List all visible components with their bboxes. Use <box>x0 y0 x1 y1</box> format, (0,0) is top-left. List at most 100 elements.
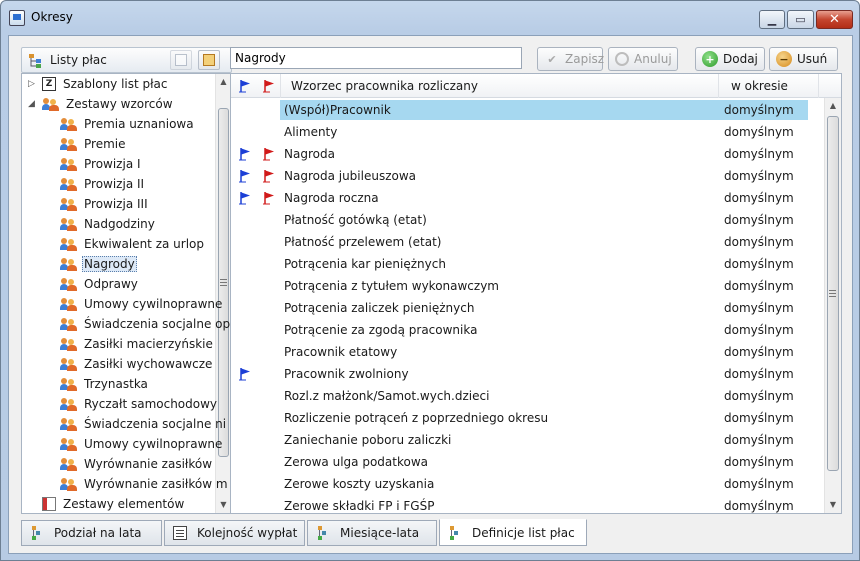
template-name-cell: Zerowa ulga podatkowa <box>284 455 428 469</box>
add-button[interactable]: + Dodaj <box>695 47 765 71</box>
table-row[interactable]: Płatność przelewem (etat) domyślnym <box>231 231 821 253</box>
table-row[interactable]: Nagroda roczna domyślnym <box>231 187 821 209</box>
period-cell: domyślnym <box>724 345 794 359</box>
template-name-cell: Zaniechanie poboru zaliczki <box>284 433 452 447</box>
tab-podzial-na-lata[interactable]: Podział na lata <box>21 520 162 546</box>
tree-item[interactable]: Świadczenia socjalne ni <box>60 415 228 433</box>
people-icon <box>60 197 78 211</box>
scroll-up-arrow-icon[interactable]: ▲ <box>825 98 841 114</box>
blue-flag-icon <box>239 170 250 183</box>
people-icon <box>60 437 78 451</box>
templates-grid[interactable]: Wzorzec pracownika rozliczany w okresie … <box>230 73 842 514</box>
tree-item-label: Zasiłki macierzyńskie <box>84 337 213 351</box>
tree-item[interactable]: Prowizja II <box>60 175 146 193</box>
table-row[interactable]: Pracownik zwolniony domyślnym <box>231 363 821 385</box>
table-row[interactable]: Potrącenie za zgodą pracownika domyślnym <box>231 319 821 341</box>
table-row[interactable]: Zerowe składki FP i FGŚP domyślnym <box>231 495 821 513</box>
tree-item[interactable]: Zasiłki macierzyńskie <box>60 335 215 353</box>
tree-item[interactable]: Nagrody <box>60 255 137 273</box>
delete-button[interactable]: − Usuń <box>769 47 838 71</box>
template-name-cell: Potrącenia zaliczek pieniężnych <box>284 301 475 315</box>
folder-button[interactable] <box>198 50 220 70</box>
tab-label: Definicje list płac <box>472 525 575 540</box>
tree-item-label: Odprawy <box>84 277 138 291</box>
save-button[interactable]: ✔ Zapisz <box>537 47 605 71</box>
scroll-down-arrow-icon[interactable]: ▼ <box>825 497 841 513</box>
close-button[interactable]: ✕ <box>816 10 853 29</box>
table-row[interactable]: Rozl.z małżonk/Samot.wych.dzieci domyślny… <box>231 385 821 407</box>
tree-item[interactable]: Odprawy <box>60 275 140 293</box>
tab-definicje-list-plac[interactable]: Definicje list płac <box>439 519 587 546</box>
blue-flag-icon <box>239 192 250 205</box>
table-row[interactable]: Rozliczenie potrąceń z poprzedniego okre… <box>231 407 821 429</box>
table-row[interactable]: (Współ)Pracownik domyślnym <box>231 99 821 121</box>
tree-item[interactable]: Premie <box>60 135 127 153</box>
tree-item[interactable]: Zestawy elementów <box>42 495 186 513</box>
flags-column-header[interactable] <box>231 74 281 98</box>
tree-item-label: Prowizja II <box>84 177 145 191</box>
expanded-arrow-icon[interactable]: ◢ <box>28 100 36 109</box>
table-row[interactable]: Pracownik etatowy domyślnym <box>231 341 821 363</box>
tree-item[interactable]: ◢ Zestawy wzorców <box>28 95 175 113</box>
table-row[interactable]: Zerowe koszty uzyskania domyślnym <box>231 473 821 495</box>
save-button-label: Zapisz <box>565 52 605 66</box>
tree-item[interactable]: Ekwiwalent za urlop <box>60 235 206 253</box>
tree-item[interactable]: Wyrównanie zasiłków <box>60 455 214 473</box>
cancel-icon <box>615 52 629 66</box>
people-icon <box>60 117 78 131</box>
people-icon <box>60 137 78 151</box>
tree-item[interactable]: Świadczenia socjalne op <box>60 315 231 333</box>
payroll-tree[interactable]: ▲ ▼ ▷ Z Szablony list płac ◢ Zestawy wzorców… <box>21 73 232 514</box>
period-cell: domyślnym <box>724 103 794 117</box>
tree-item[interactable]: ▷ Z Szablony list płac <box>28 75 170 93</box>
tree-icon <box>448 525 462 540</box>
tree-item[interactable]: Zasiłki wychowawcze <box>60 355 214 373</box>
grid-scroll-thumb[interactable] <box>827 116 839 471</box>
table-row[interactable]: Potrącenia zaliczek pieniężnych domyślnym <box>231 297 821 319</box>
grip-icon <box>829 289 836 297</box>
name-column-header[interactable]: Wzorzec pracownika rozliczany <box>281 74 719 98</box>
blue-flag-icon <box>239 148 250 161</box>
table-row[interactable]: Nagroda domyślnym <box>231 143 821 165</box>
tree-scroll-thumb[interactable] <box>218 108 229 457</box>
tree-item[interactable]: Ryczałt samochodowy <box>60 395 219 413</box>
cancel-button[interactable]: Anuluj <box>608 47 678 71</box>
table-row[interactable]: Płatność gotówką (etat) domyślnym <box>231 209 821 231</box>
tree-item[interactable]: Umowy cywilnoprawne <box>60 295 224 313</box>
minimize-icon: ▁ <box>767 13 777 26</box>
period-cell: domyślnym <box>724 235 794 249</box>
grid-scrollbar[interactable]: ▲ ▼ <box>824 98 841 513</box>
tree-icon <box>30 526 44 540</box>
tab-miesiace-lata[interactable]: Miesiące-lata <box>307 520 437 546</box>
maximize-button[interactable]: ▭ <box>787 10 814 29</box>
period-column-header[interactable]: w okresie <box>719 74 819 98</box>
table-row[interactable]: Potrącenia kar pieniężnych domyślnym <box>231 253 821 275</box>
table-row[interactable]: Alimenty domyślnym <box>231 121 821 143</box>
tree-icon <box>316 526 330 540</box>
period-cell: domyślnym <box>724 477 794 491</box>
new-item-button[interactable] <box>170 50 192 70</box>
search-input[interactable] <box>230 47 522 69</box>
tab-kolejnosc-wyplat[interactable]: Kolejność wypłat <box>164 520 305 546</box>
scroll-down-arrow-icon[interactable]: ▼ <box>216 497 231 513</box>
table-row[interactable]: Nagroda jubileuszowa domyślnym <box>231 165 821 187</box>
template-name-cell: Pracownik etatowy <box>284 345 398 359</box>
scroll-up-arrow-icon[interactable]: ▲ <box>216 74 231 90</box>
minimize-button[interactable]: ▁ <box>759 10 785 29</box>
tree-item[interactable]: Trzynastka <box>60 375 150 393</box>
tree-item[interactable]: Wyrównanie zasiłków m <box>60 475 230 493</box>
title-bar[interactable]: Okresy ▁ ▭ ✕ <box>1 1 859 35</box>
tree-item[interactable]: Nadgodziny <box>60 215 157 233</box>
template-name-cell: Pracownik zwolniony <box>284 367 409 381</box>
tree-item[interactable]: Prowizja I <box>60 155 143 173</box>
document-icon <box>173 526 187 540</box>
tree-item-label: Nagrody <box>82 256 137 272</box>
collapsed-arrow-icon[interactable]: ▷ <box>28 80 36 89</box>
window: Okresy ▁ ▭ ✕ Listy płac ▲ ▼ ▷ Z Szablony l… <box>0 0 860 561</box>
table-row[interactable]: Zaniechanie poboru zaliczki domyślnym <box>231 429 821 451</box>
table-row[interactable]: Potrącenia z tytułem wykonawczym domyślny… <box>231 275 821 297</box>
tree-item[interactable]: Umowy cywilnoprawne <box>60 435 224 453</box>
table-row[interactable]: Zerowa ulga podatkowa domyślnym <box>231 451 821 473</box>
tree-item[interactable]: Prowizja III <box>60 195 150 213</box>
tree-item[interactable]: Premia uznaniowa <box>60 115 196 133</box>
